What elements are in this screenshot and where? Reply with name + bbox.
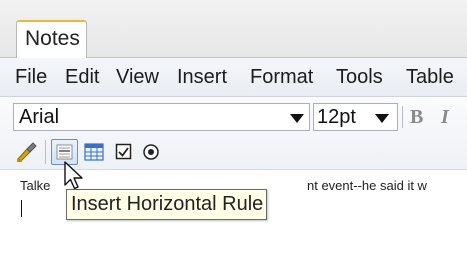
size-dropdown-chevron-icon[interactable] <box>375 114 389 123</box>
tooltip: Insert Horizontal Rule <box>66 189 268 220</box>
italic-button[interactable]: I <box>441 106 449 129</box>
menu-file[interactable]: File <box>15 58 47 96</box>
menu-bar: File Edit View Insert Format Tools Table <box>0 58 467 97</box>
table-icon[interactable] <box>84 143 104 166</box>
font-family-select[interactable]: Arial <box>13 103 310 131</box>
checkbox-icon[interactable] <box>115 143 133 166</box>
menu-insert[interactable]: Insert <box>177 58 227 96</box>
mouse-pointer-icon <box>63 161 85 196</box>
toolbar-separator <box>402 106 403 128</box>
menu-tools[interactable]: Tools <box>336 58 383 96</box>
toolbar-separator-2 <box>45 140 46 164</box>
bold-button[interactable]: B <box>410 106 423 129</box>
editor-text-end: nt event--he said it w <box>307 178 427 193</box>
font-family-value: Arial <box>19 106 60 128</box>
menu-edit[interactable]: Edit <box>65 58 99 96</box>
menu-view[interactable]: View <box>116 58 159 96</box>
font-dropdown-chevron-icon[interactable] <box>290 114 304 123</box>
editor-text-start: Talke <box>20 178 51 193</box>
tooltip-text: Insert Horizontal Rule <box>71 193 264 215</box>
format-painter-icon[interactable] <box>15 141 39 168</box>
menu-format[interactable]: Format <box>250 58 313 96</box>
text-caret <box>21 200 22 217</box>
menu-table[interactable]: Table <box>406 58 454 96</box>
tab-notes-label: Notes <box>25 27 80 50</box>
font-size-value: 12pt <box>317 106 356 128</box>
tab-notes[interactable]: Notes <box>16 20 87 58</box>
radio-button-icon[interactable] <box>142 143 160 166</box>
